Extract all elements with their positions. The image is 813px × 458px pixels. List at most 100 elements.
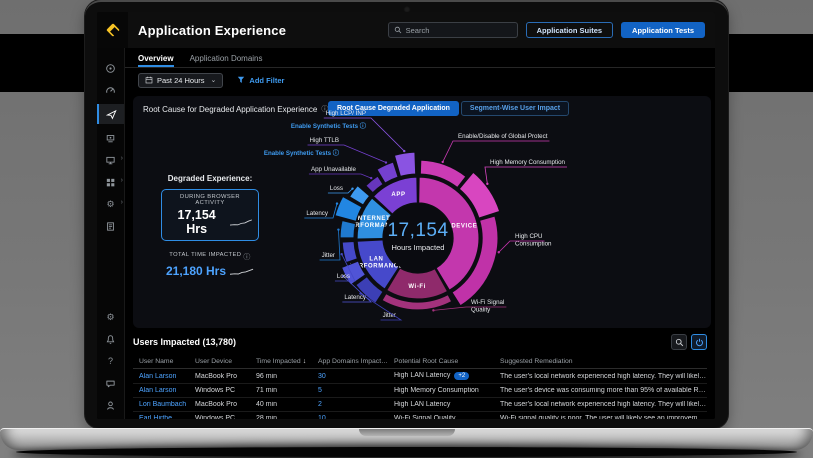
- gear-icon: ⚙: [106, 199, 114, 210]
- dashboard-icon: [105, 85, 116, 96]
- sidebar-item-dashboards[interactable]: [97, 82, 124, 98]
- sidebar-item-settings[interactable]: ⚙: [97, 309, 124, 325]
- sidebar-item-views[interactable]: [97, 60, 124, 76]
- callout-label: Enable/Disable of Global Protect: [458, 133, 548, 140]
- callout-dot: [370, 177, 372, 179]
- sidebar-item-help[interactable]: ?: [97, 353, 124, 369]
- callout-label: Latency: [306, 210, 329, 217]
- time-range-value: Past 24 Hours: [157, 76, 205, 85]
- sidebar-item-feedback[interactable]: [97, 375, 124, 391]
- col-app-domains[interactable]: App Domains Impacted: [318, 358, 388, 365]
- chevron-right-icon: ›: [121, 155, 123, 162]
- callout-line: [485, 167, 567, 184]
- monitor-icon: [105, 155, 116, 166]
- user-name-link[interactable]: Alan Larson: [139, 387, 189, 394]
- app-domains-count[interactable]: 5: [318, 387, 388, 394]
- time-range-dropdown[interactable]: Past 24 Hours ⌄: [138, 73, 223, 88]
- table-row: Alan Larson MacBook Pro 96 min 30 High L…: [133, 369, 707, 384]
- chevron-right-icon: ›: [121, 177, 123, 184]
- sidebar-item-integrations[interactable]: ⚙ ›: [97, 196, 124, 212]
- sunburst-chart: DEVICEEnable/Disable of Global ProtectHi…: [133, 96, 711, 328]
- brand-diamond-icon: [105, 22, 121, 38]
- callout-dot: [336, 202, 338, 204]
- table-row: Alan Larson Windows PC 71 min 5 High Mem…: [133, 384, 707, 398]
- bell-icon: [105, 334, 116, 345]
- remediation-text: The user's device was consuming more tha…: [500, 387, 707, 394]
- sort-desc-icon: ↓: [303, 358, 307, 365]
- col-user-device[interactable]: User Device: [195, 358, 250, 365]
- col-remediation[interactable]: Suggested Remediation: [500, 358, 707, 365]
- user-icon: [105, 400, 116, 411]
- user-name-link[interactable]: Alan Larson: [139, 373, 189, 380]
- sidebar-item-notifications[interactable]: [97, 331, 124, 347]
- root-cause-panel: Root Cause for Degraded Application Expe…: [133, 96, 711, 328]
- page-title: Application Experience: [138, 23, 286, 38]
- power-refresh-icon: [695, 338, 704, 347]
- segment-label: APP: [391, 192, 405, 198]
- sidebar-spacer: [97, 240, 124, 309]
- tab-overview[interactable]: Overview: [138, 54, 174, 67]
- callout-dot: [498, 251, 500, 253]
- report-icon: [105, 221, 116, 232]
- callout-label: High TTLB: [310, 137, 339, 144]
- sidebar: › › ⚙ ›: [97, 48, 125, 419]
- callout-label: High CPUConsumption: [515, 233, 552, 248]
- remediation-text: Wi-Fi signal quality is poor. The user w…: [500, 415, 707, 419]
- callout-line: [309, 174, 371, 178]
- table-search-button[interactable]: [671, 334, 687, 350]
- root-cause: High Memory Consumption: [394, 387, 494, 394]
- sidebar-item-apps[interactable]: ›: [97, 174, 124, 190]
- synthetic-tests-link[interactable]: Enable Synthetic Tests ⓘ: [264, 149, 340, 157]
- user-name-link[interactable]: Lori Baumbach: [139, 401, 189, 408]
- search-icon: [675, 338, 684, 347]
- tab-bar: Overview Application Domains: [125, 48, 715, 68]
- col-user-name[interactable]: User Name: [139, 358, 189, 365]
- app-header: Application Experience Application Suite…: [97, 12, 715, 48]
- brand-logo[interactable]: [97, 12, 128, 48]
- synthetic-tests-link[interactable]: Enable Synthetic Tests ⓘ: [291, 122, 367, 130]
- sunburst-subsegment[interactable]: [394, 152, 415, 176]
- callout-label: High Memory Consumption: [490, 159, 566, 166]
- user-device: Windows PC: [195, 415, 250, 419]
- root-cause: High LAN Latency+2: [394, 372, 494, 380]
- app-screen: Application Experience Application Suite…: [97, 12, 715, 419]
- live-refresh-button[interactable]: [691, 334, 707, 350]
- root-cause: High LAN Latency: [394, 401, 494, 408]
- sidebar-item-agents[interactable]: [97, 130, 124, 146]
- callout-label: Jitter: [322, 252, 335, 259]
- app-domains-count[interactable]: 30: [318, 373, 388, 380]
- callout-label: App Unavailable: [311, 166, 357, 173]
- users-impacted-title: Users Impacted (13,780): [133, 337, 236, 347]
- user-name-link[interactable]: Earl Hirthe: [139, 415, 189, 419]
- callout-dot: [351, 187, 353, 189]
- radar-icon: [105, 63, 116, 74]
- app-domains-count[interactable]: 10: [318, 415, 388, 419]
- search-field[interactable]: [406, 26, 512, 35]
- app-domains-count[interactable]: 2: [318, 401, 388, 408]
- sidebar-item-account[interactable]: [97, 397, 124, 413]
- sidebar-item-endpoints[interactable]: ›: [97, 152, 124, 168]
- application-suites-button[interactable]: Application Suites: [526, 22, 613, 38]
- main-content: Overview Application Domains Past 24 Hou: [125, 48, 715, 419]
- gear-icon: ⚙: [106, 312, 114, 323]
- callout-label: Loss: [337, 273, 350, 280]
- tab-application-domains[interactable]: Application Domains: [190, 54, 263, 67]
- cause-count-badge[interactable]: +2: [454, 372, 469, 380]
- sidebar-item-reports[interactable]: [97, 218, 124, 234]
- help-icon: ?: [108, 356, 113, 366]
- callout-dot: [385, 161, 387, 163]
- add-filter-label: Add Filter: [249, 76, 284, 85]
- callout-dot: [337, 228, 339, 230]
- calendar-icon: [145, 76, 153, 84]
- col-root-cause[interactable]: Potential Root Cause: [394, 358, 494, 365]
- sunburst-subsegment[interactable]: [340, 220, 356, 238]
- search-input[interactable]: [388, 22, 518, 38]
- application-tests-button[interactable]: Application Tests: [621, 22, 705, 38]
- app-body: › › ⚙ ›: [97, 48, 715, 419]
- col-time-impacted[interactable]: Time Impacted↓: [256, 358, 312, 365]
- apps-grid-icon: [105, 177, 116, 188]
- laptop-screen: Application Experience Application Suite…: [85, 0, 728, 428]
- sidebar-item-tests[interactable]: [97, 104, 124, 124]
- stage: Application Experience Application Suite…: [0, 0, 813, 458]
- add-filter-button[interactable]: Add Filter: [237, 76, 284, 85]
